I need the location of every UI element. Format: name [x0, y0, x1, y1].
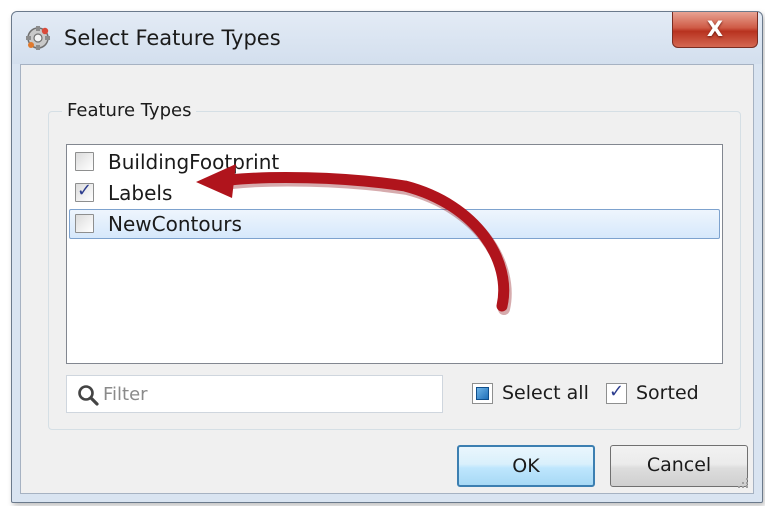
title-bar[interactable]: Select Feature Types X [12, 12, 762, 64]
app-icon [26, 26, 50, 50]
ok-button[interactable]: OK [457, 445, 595, 487]
search-icon [78, 385, 99, 406]
item-label: BuildingFootprint [108, 150, 280, 174]
list-item[interactable]: BuildingFootprint [69, 147, 720, 177]
window-title: Select Feature Types [64, 26, 281, 50]
sorted-checkbox[interactable]: ✓ [606, 381, 627, 404]
check-icon: ✓ [609, 381, 625, 402]
item-label: Labels [108, 181, 173, 205]
feature-types-list[interactable]: BuildingFootprint ✓ Labels NewContours [66, 144, 723, 364]
sorted-label: Sorted [636, 382, 699, 404]
item-checkbox[interactable] [75, 214, 94, 233]
select-all-checkbox[interactable] [472, 383, 493, 404]
select-all-label: Select all [502, 382, 589, 404]
dialog-window: Select Feature Types X Feature Types Bui… [11, 11, 763, 503]
item-label: NewContours [108, 212, 242, 236]
cancel-button[interactable]: Cancel [610, 445, 748, 487]
list-item[interactable]: ✓ Labels [69, 178, 720, 208]
resize-grip-icon[interactable] [736, 476, 750, 490]
dialog-body: Feature Types BuildingFootprint ✓ Labels… [20, 64, 754, 494]
close-button[interactable]: X [672, 12, 758, 48]
filter-field[interactable] [66, 375, 443, 413]
list-item[interactable]: NewContours [69, 209, 720, 239]
check-icon: ✓ [77, 180, 93, 201]
feature-types-group: Feature Types BuildingFootprint ✓ Labels… [48, 99, 741, 430]
group-label: Feature Types [62, 99, 197, 123]
item-checkbox[interactable] [75, 152, 94, 171]
item-checkbox[interactable]: ✓ [75, 180, 94, 202]
filter-input[interactable] [103, 381, 423, 407]
